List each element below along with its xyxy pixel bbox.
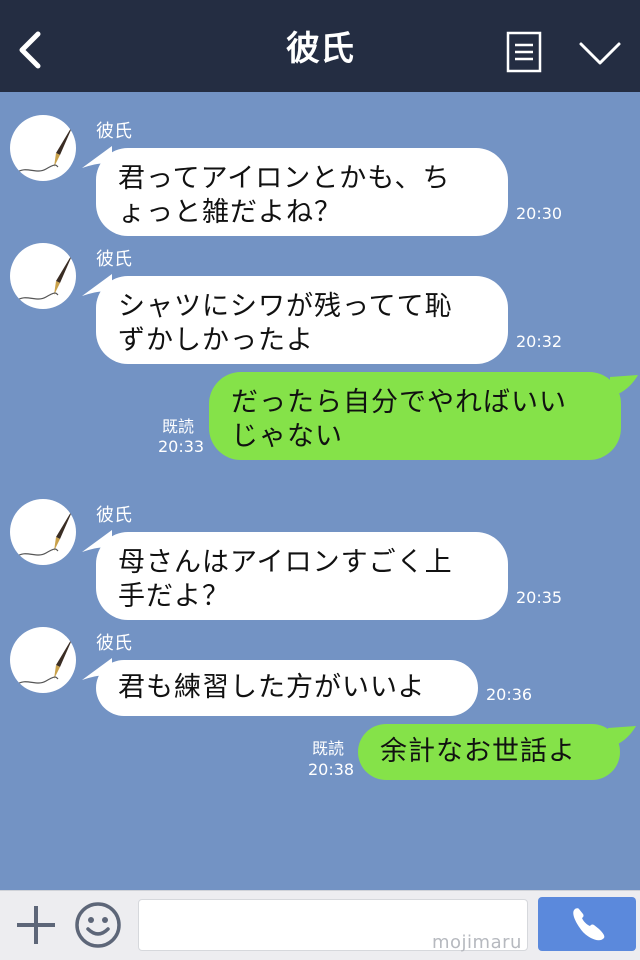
read-receipt: 既読 (311, 739, 344, 758)
more-button[interactable] (576, 36, 624, 70)
watermark: mojimaru (432, 932, 522, 953)
chat-area[interactable]: 彼氏 君ってアイロンとかも、ち ょっと雑だよね？ 20:30 彼氏 シャツにシワ… (0, 92, 640, 890)
message-bubble-incoming[interactable]: 君ってアイロンとかも、ち ょっと雑だよね？ (96, 148, 508, 236)
chat-title: 彼氏 (286, 29, 354, 69)
message-bubble-outgoing[interactable]: 余計なお世話よ (358, 724, 620, 780)
message-bubble-incoming[interactable]: 君も練習した方がいいよ (96, 660, 478, 716)
message-bubble-incoming[interactable]: 母さんはアイロンすごく上 手だよ？ (96, 532, 508, 620)
message-time: 20:30 (516, 204, 563, 223)
phone-icon (573, 908, 605, 941)
smiley-icon (75, 902, 121, 948)
sender-name: 彼氏 (96, 505, 132, 526)
back-button[interactable] (14, 28, 48, 72)
chevron-left-icon (19, 31, 41, 69)
bubble-tail (608, 726, 636, 748)
sender-name: 彼氏 (96, 121, 132, 142)
message-time: 20:32 (516, 332, 563, 351)
sender-name: 彼氏 (96, 249, 132, 270)
read-receipt: 既読 (161, 417, 194, 436)
fountain-pen-icon (15, 635, 74, 686)
message-time: 20:33 (158, 437, 205, 456)
fountain-pen-icon (15, 123, 74, 174)
fountain-pen-icon (15, 507, 74, 558)
chat-header: 彼氏 (0, 0, 640, 92)
message-time: 20:35 (516, 588, 563, 607)
avatar[interactable] (10, 115, 76, 181)
chevron-down-icon (579, 42, 621, 65)
plus-icon (17, 906, 55, 944)
sender-name: 彼氏 (96, 633, 132, 654)
bubble-tail (610, 375, 638, 397)
message-bubble-outgoing[interactable]: だったら自分でやればいい じゃない (209, 372, 621, 460)
call-button[interactable] (538, 897, 636, 951)
fountain-pen-icon (15, 251, 74, 302)
emoji-button[interactable] (74, 901, 122, 949)
message-time: 20:36 (486, 685, 533, 704)
menu-button[interactable] (506, 31, 542, 73)
add-button[interactable] (14, 903, 58, 947)
message-time: 20:38 (308, 760, 355, 779)
message-bubble-incoming[interactable]: シャツにシワが残ってて恥 ずかしかったよ (96, 276, 508, 364)
avatar[interactable] (10, 243, 76, 309)
avatar[interactable] (10, 627, 76, 693)
list-icon (506, 31, 542, 73)
avatar[interactable] (10, 499, 76, 565)
